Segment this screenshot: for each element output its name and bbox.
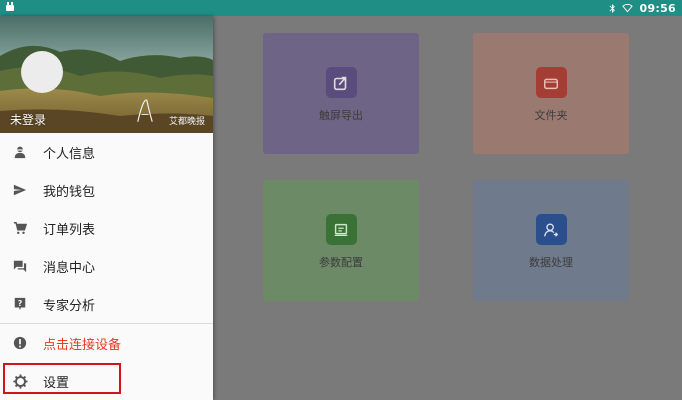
tile-touch-export[interactable]: 触屏导出 bbox=[263, 33, 419, 154]
tile-label: 文件夹 bbox=[534, 109, 568, 122]
menu-label: 订单列表 bbox=[43, 222, 96, 238]
menu-label: 点击连接设备 bbox=[43, 337, 122, 353]
menu-item-personal-info[interactable]: 个人信息 bbox=[0, 133, 213, 171]
user-data-icon bbox=[535, 214, 567, 245]
wifi-icon bbox=[622, 3, 634, 13]
cart-icon bbox=[12, 220, 28, 236]
config-icon bbox=[325, 214, 357, 245]
tile-data-processing[interactable]: 数据处理 bbox=[473, 180, 629, 301]
bluetooth-icon bbox=[610, 3, 616, 13]
menu-item-wallet[interactable]: 我的钱包 bbox=[0, 171, 213, 209]
avatar[interactable] bbox=[21, 51, 63, 93]
help-icon: ? bbox=[12, 296, 28, 312]
menu-label: 专家分析 bbox=[43, 298, 96, 314]
export-icon bbox=[325, 67, 357, 98]
tile-label: 触屏导出 bbox=[319, 109, 363, 122]
navigation-drawer: 未登录 艾都晚报 个人信息 我的钱包 订单列表 消息中心 ? 专家分析 点击连接… bbox=[0, 16, 213, 400]
person-icon bbox=[12, 144, 28, 160]
svg-text:?: ? bbox=[18, 299, 23, 308]
login-status[interactable]: 未登录 bbox=[10, 111, 46, 128]
tile-label: 参数配置 bbox=[319, 256, 363, 269]
folder-icon bbox=[535, 67, 567, 98]
menu-label: 我的钱包 bbox=[43, 184, 96, 200]
menu-item-order-list[interactable]: 订单列表 bbox=[0, 209, 213, 247]
menu-item-message-center[interactable]: 消息中心 bbox=[0, 247, 213, 285]
menu-label: 消息中心 bbox=[43, 260, 96, 276]
menu-label: 个人信息 bbox=[43, 146, 96, 162]
status-time: 09:56 bbox=[639, 1, 676, 15]
status-bar: 09:56 bbox=[0, 0, 682, 16]
brand-logo bbox=[137, 99, 153, 122]
settings-highlight-box bbox=[3, 363, 121, 394]
tile-param-config[interactable]: 参数配置 bbox=[263, 180, 419, 301]
brand-text: 艾都晚报 bbox=[168, 117, 205, 127]
tile-folder[interactable]: 文件夹 bbox=[473, 33, 629, 154]
drawer-menu: 个人信息 我的钱包 订单列表 消息中心 ? 专家分析 点击连接设备 设置 bbox=[0, 133, 213, 400]
send-icon bbox=[12, 182, 28, 198]
menu-item-expert-analysis[interactable]: ? 专家分析 bbox=[0, 285, 213, 323]
menu-item-connect-device[interactable]: 点击连接设备 bbox=[0, 324, 213, 362]
tile-label: 数据处理 bbox=[529, 256, 573, 269]
android-debug-icon bbox=[6, 2, 14, 11]
chat-icon bbox=[12, 258, 28, 274]
drawer-header: 未登录 艾都晚报 bbox=[0, 16, 213, 133]
alert-icon bbox=[12, 335, 28, 351]
